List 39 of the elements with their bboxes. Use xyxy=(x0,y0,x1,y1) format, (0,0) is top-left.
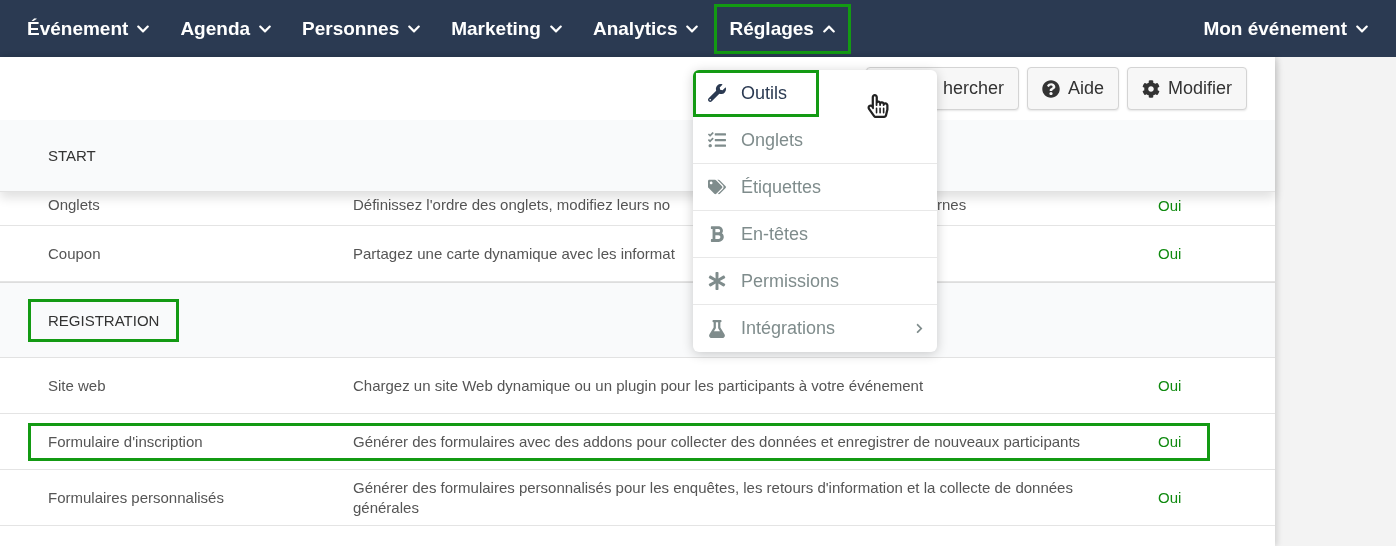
setting-description: Définissez l'ordre des onglets, modifiez leurs no xyxy=(353,196,671,213)
table-row[interactable]: Formulaires personnalisés Générer des formulaires personnalisés pour les enquêtes, les retours d'information et la collecte de données générales Oui xyxy=(28,468,1210,527)
setting-name: Onglets xyxy=(48,195,101,215)
nav-item[interactable]: Agenda xyxy=(165,3,288,54)
section-title: REGISTRATION xyxy=(28,298,180,342)
setting-description: rnes xyxy=(937,195,967,215)
setting-description: Générer des formulaires personnalisés pour les enquêtes, les retours d'information et la collecte de données générales xyxy=(353,478,1073,516)
menu-item[interactable]: Permissions xyxy=(693,258,937,305)
nav-item[interactable]: Marketing xyxy=(436,3,578,54)
setting-description: Chargez un site Web dynamique ou un plugin pour les participants à votre événement xyxy=(353,376,924,394)
tags-icon xyxy=(705,178,729,196)
help-icon xyxy=(1041,79,1060,98)
nav-item[interactable]: Réglages xyxy=(714,3,851,54)
setting-name: Formulaire d'inscription xyxy=(48,431,204,452)
setting-description: Partagez une carte dynamique avec les informat xyxy=(353,244,675,262)
setting-value: Oui xyxy=(1158,433,1183,450)
table-row[interactable]: Site web Chargez un site Web dynamique ou un plugin pour les participants à votre événement Oui xyxy=(28,366,1210,405)
nav-item[interactable]: Événement xyxy=(12,3,166,54)
menu-item[interactable]: Intégrations xyxy=(693,305,937,352)
toolbar-button[interactable]: Aide xyxy=(1026,67,1119,110)
settings-icon xyxy=(1141,79,1160,98)
setting-name: Coupon xyxy=(48,243,102,264)
menu-item[interactable]: Outils xyxy=(693,70,819,117)
menu-item[interactable]: Étiquettes xyxy=(693,164,937,211)
setting-value: Oui xyxy=(1158,245,1183,262)
toolbar-button[interactable]: Modifier xyxy=(1126,67,1247,110)
setting-value: Oui xyxy=(1158,377,1183,394)
highlighted-row[interactable]: Formulaire d'inscription Générer des formulaires avec des addons pour collecter des données et enregistrer de nouveaux participants Oui xyxy=(28,422,1210,461)
account-menu[interactable]: Mon événement xyxy=(1188,3,1384,54)
nav-item[interactable]: Analytics xyxy=(577,3,715,54)
setting-name: Site web xyxy=(48,375,107,396)
setting-name: Formulaires personnalisés xyxy=(48,487,225,508)
wrench-icon xyxy=(705,84,729,102)
section-title: START xyxy=(47,146,97,166)
setting-value: Oui xyxy=(1158,196,1183,214)
checklist-icon xyxy=(705,131,729,149)
setting-value: Oui xyxy=(1158,489,1183,506)
setting-description: Générer des formulaires avec des addons pour collecter des données et enregistrer de nouveaux participants xyxy=(353,432,1081,450)
nav-item[interactable]: Personnes xyxy=(287,3,437,54)
